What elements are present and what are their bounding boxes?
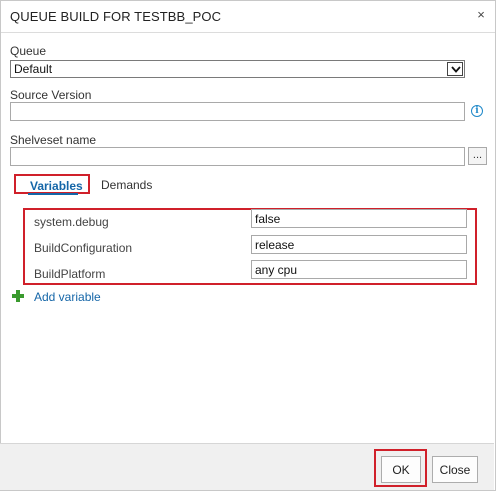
active-tab-indicator	[28, 193, 78, 195]
shelveset-label: Shelveset name	[10, 133, 97, 147]
source-version-input[interactable]	[10, 102, 465, 121]
variable-value-input[interactable]	[251, 209, 467, 228]
plus-icon	[12, 290, 24, 302]
title-bar: QUEUE BUILD FOR TESTBB_POC ×	[1, 1, 495, 33]
queue-selected-value: Default	[14, 62, 53, 76]
variable-name: system.debug	[34, 215, 109, 229]
queue-label: Queue	[10, 44, 47, 58]
browse-button[interactable]: ...	[468, 147, 487, 165]
variable-name: BuildPlatform	[34, 267, 106, 281]
queue-select[interactable]: Default	[10, 60, 465, 78]
close-button[interactable]: Close	[432, 456, 478, 483]
source-version-label: Source Version	[10, 88, 92, 102]
dialog-title: QUEUE BUILD FOR TESTBB_POC	[10, 9, 222, 24]
tab-demands[interactable]: Demands	[101, 178, 152, 192]
chevron-down-icon[interactable]	[447, 62, 463, 76]
variable-name: BuildConfiguration	[34, 241, 133, 255]
info-icon[interactable]: i	[471, 105, 483, 117]
close-icon[interactable]: ×	[473, 7, 489, 23]
tab-variables-label: Variables	[30, 179, 83, 193]
shelveset-input[interactable]	[10, 147, 465, 166]
variable-value-input[interactable]	[251, 235, 467, 254]
variable-value-input[interactable]	[251, 260, 467, 279]
add-variable-label: Add variable	[34, 290, 101, 304]
ok-button[interactable]: OK	[381, 456, 421, 483]
tab-variables[interactable]: Variables	[14, 174, 90, 195]
